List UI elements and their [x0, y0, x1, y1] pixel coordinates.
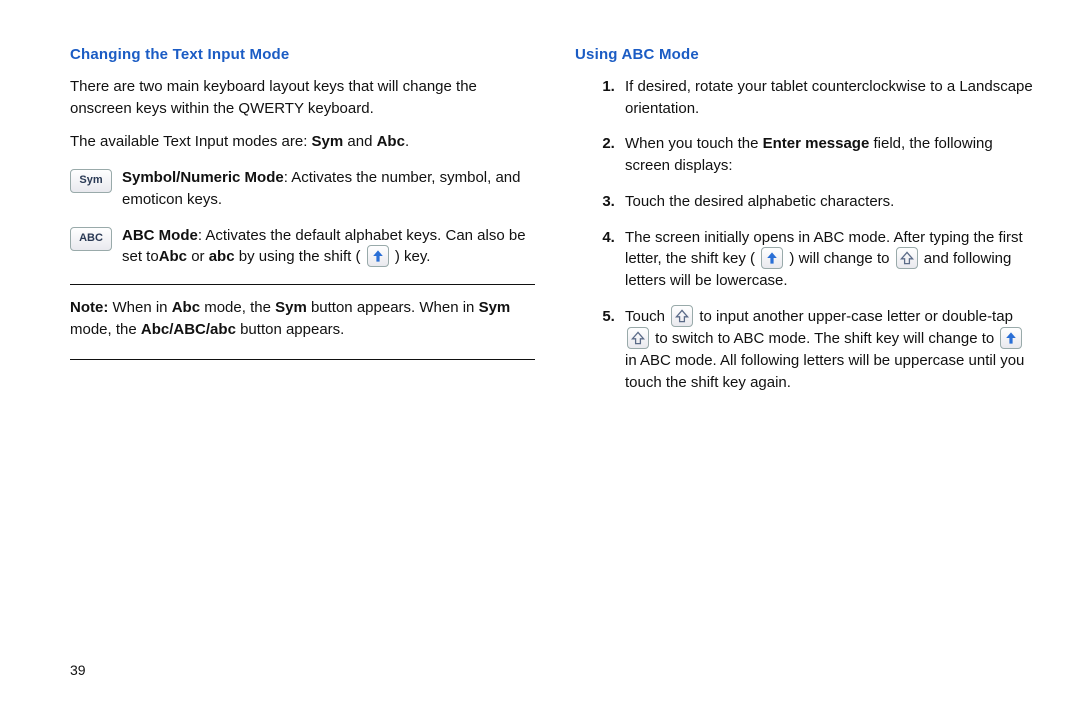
- page-number: 39: [70, 660, 86, 680]
- right-column: Using ABC Mode If desired, rotate your t…: [575, 44, 1040, 408]
- note-text: Note: When in Abc mode, the Sym button a…: [70, 293, 535, 347]
- shift-up-outline-icon: [896, 247, 918, 269]
- list-item: Touch to input another upper-case letter…: [619, 306, 1040, 394]
- list-item: Touch the desired alphabetic characters.: [619, 191, 1040, 213]
- left-column: Changing the Text Input Mode There are t…: [70, 44, 535, 408]
- sym-key-icon: Sym: [70, 169, 112, 193]
- list-item: If desired, rotate your tablet countercl…: [619, 76, 1040, 120]
- modes-available: The available Text Input modes are: Sym …: [70, 131, 535, 153]
- sym-mode-row: Sym Symbol/Numeric Mode: Activates the n…: [70, 167, 535, 211]
- intro-paragraph: There are two main keyboard layout keys …: [70, 76, 535, 120]
- shift-up-blue-icon: [761, 247, 783, 269]
- abc-mode-row: ABC ABC Mode: Activates the default alph…: [70, 225, 535, 269]
- shift-up-outline-icon: [627, 327, 649, 349]
- divider: [70, 359, 535, 360]
- shift-up-blue-icon: [367, 245, 389, 267]
- steps-list: If desired, rotate your tablet countercl…: [575, 76, 1040, 394]
- heading-using-abc: Using ABC Mode: [575, 44, 1040, 66]
- heading-changing-mode: Changing the Text Input Mode: [70, 44, 535, 66]
- shift-up-outline-icon: [671, 305, 693, 327]
- divider: [70, 284, 535, 285]
- shift-up-blue-icon: [1000, 327, 1022, 349]
- list-item: The screen initially opens in ABC mode. …: [619, 227, 1040, 293]
- list-item: When you touch the Enter message field, …: [619, 133, 1040, 177]
- abc-key-icon: ABC: [70, 227, 112, 251]
